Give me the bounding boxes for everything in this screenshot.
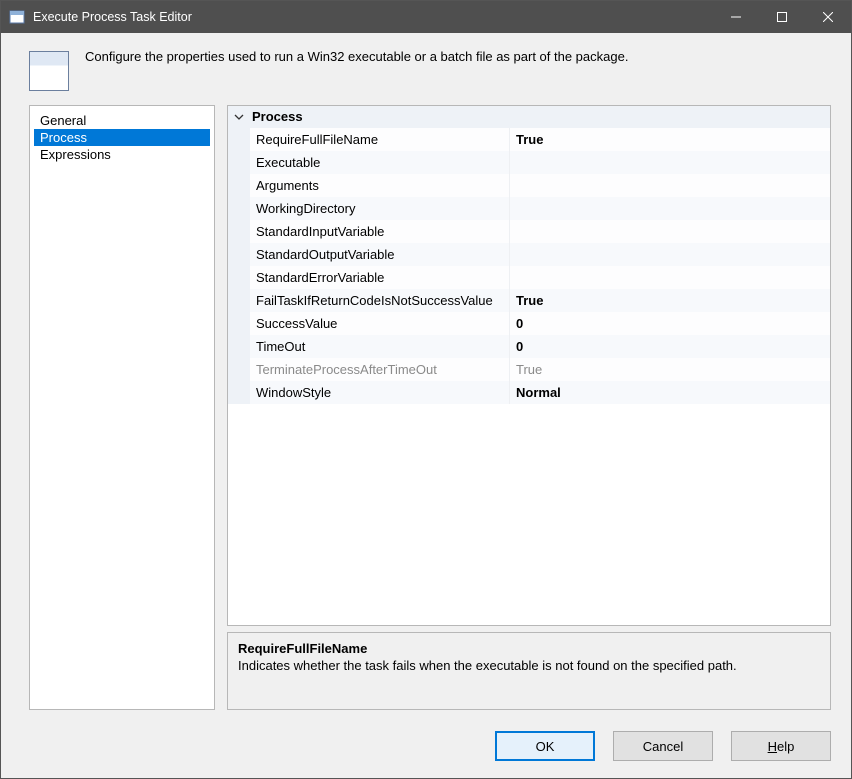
property-label: RequireFullFileName — [250, 128, 510, 151]
property-value[interactable] — [510, 151, 830, 174]
property-label: WorkingDirectory — [250, 197, 510, 220]
property-row[interactable]: WorkingDirectory — [228, 197, 830, 220]
task-icon — [29, 51, 69, 91]
property-row[interactable]: TimeOut0 — [228, 335, 830, 358]
dialog-footer: OK Cancel Help — [1, 714, 851, 778]
window-title: Execute Process Task Editor — [33, 10, 192, 24]
property-value[interactable]: True — [510, 358, 830, 381]
help-title: RequireFullFileName — [238, 641, 820, 656]
category-sidebar: GeneralProcessExpressions — [29, 105, 215, 710]
property-row[interactable]: FailTaskIfReturnCodeIsNotSuccessValueTru… — [228, 289, 830, 312]
row-gutter — [228, 358, 250, 381]
sidebar-item-process[interactable]: Process — [34, 129, 210, 146]
property-row[interactable]: StandardErrorVariable — [228, 266, 830, 289]
property-row[interactable]: StandardOutputVariable — [228, 243, 830, 266]
row-gutter — [228, 128, 250, 151]
minimize-button[interactable] — [713, 1, 759, 33]
dialog-window: Execute Process Task Editor Configure th… — [0, 0, 852, 779]
sidebar-item-expressions[interactable]: Expressions — [34, 146, 210, 163]
maximize-button[interactable] — [759, 1, 805, 33]
property-label: StandardOutputVariable — [250, 243, 510, 266]
property-label: Arguments — [250, 174, 510, 197]
row-gutter — [228, 335, 250, 358]
property-value[interactable]: Normal — [510, 381, 830, 404]
row-gutter — [228, 174, 250, 197]
help-description: Indicates whether the task fails when th… — [238, 658, 820, 673]
cancel-button[interactable]: Cancel — [613, 731, 713, 761]
property-label: TimeOut — [250, 335, 510, 358]
property-value[interactable] — [510, 174, 830, 197]
row-gutter — [228, 266, 250, 289]
row-gutter — [228, 381, 250, 404]
row-gutter — [228, 289, 250, 312]
property-grid: Process RequireFullFileNameTrueExecutabl… — [227, 105, 831, 626]
chevron-down-icon[interactable] — [232, 110, 246, 124]
property-row[interactable]: RequireFullFileNameTrue — [228, 128, 830, 151]
property-label: TerminateProcessAfterTimeOut — [250, 358, 510, 381]
ok-button[interactable]: OK — [495, 731, 595, 761]
property-value[interactable] — [510, 220, 830, 243]
titlebar[interactable]: Execute Process Task Editor — [1, 1, 851, 33]
sidebar-item-general[interactable]: General — [34, 112, 210, 129]
property-row[interactable]: StandardInputVariable — [228, 220, 830, 243]
header-description: Configure the properties used to run a W… — [85, 49, 628, 64]
header: Configure the properties used to run a W… — [1, 33, 851, 97]
property-value[interactable]: True — [510, 289, 830, 312]
row-gutter — [228, 312, 250, 335]
property-row[interactable]: Arguments — [228, 174, 830, 197]
row-gutter — [228, 243, 250, 266]
row-gutter — [228, 151, 250, 174]
property-value[interactable]: True — [510, 128, 830, 151]
property-row[interactable]: SuccessValue0 — [228, 312, 830, 335]
property-label: StandardErrorVariable — [250, 266, 510, 289]
help-button[interactable]: Help — [731, 731, 831, 761]
row-gutter — [228, 197, 250, 220]
property-label: FailTaskIfReturnCodeIsNotSuccessValue — [250, 289, 510, 312]
property-row[interactable]: Executable — [228, 151, 830, 174]
row-gutter — [228, 220, 250, 243]
app-icon — [9, 9, 25, 25]
property-help: RequireFullFileName Indicates whether th… — [227, 632, 831, 710]
property-label: Executable — [250, 151, 510, 174]
category-header[interactable]: Process — [228, 106, 830, 128]
help-button-label: Help — [768, 739, 795, 754]
property-label: WindowStyle — [250, 381, 510, 404]
property-label: SuccessValue — [250, 312, 510, 335]
close-button[interactable] — [805, 1, 851, 33]
category-label: Process — [252, 109, 303, 124]
property-row[interactable]: WindowStyleNormal — [228, 381, 830, 404]
property-value[interactable] — [510, 197, 830, 220]
property-value[interactable] — [510, 266, 830, 289]
property-label: StandardInputVariable — [250, 220, 510, 243]
property-value[interactable]: 0 — [510, 335, 830, 358]
property-value[interactable] — [510, 243, 830, 266]
property-row[interactable]: TerminateProcessAfterTimeOutTrue — [228, 358, 830, 381]
property-value[interactable]: 0 — [510, 312, 830, 335]
